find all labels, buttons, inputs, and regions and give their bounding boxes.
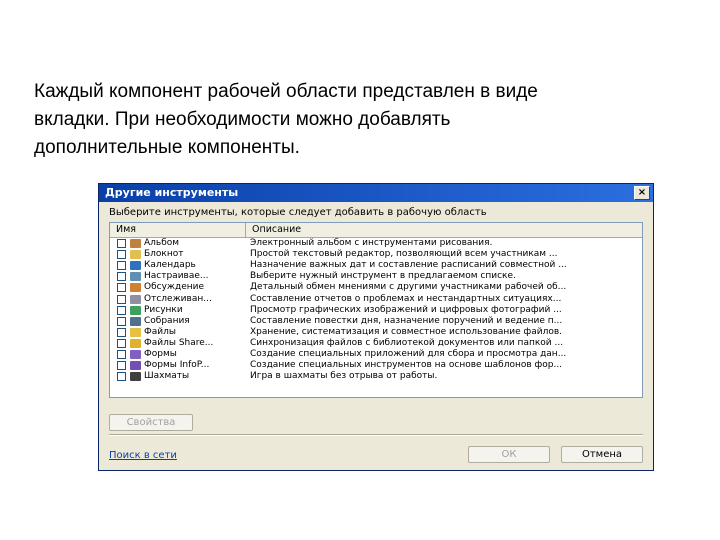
discussion-icon (130, 283, 141, 293)
tool-checkbox[interactable] (117, 338, 126, 348)
tool-description: Выберите нужный инструмент в предлагаемо… (250, 271, 516, 282)
tool-row[interactable]: Отслеживан... Составление отчетов о пробл… (110, 293, 642, 304)
tool-checkbox[interactable] (117, 261, 126, 271)
column-header-description[interactable]: Описание (246, 223, 642, 237)
tool-row[interactable]: Настраивае... Выберите нужный инструмент … (110, 271, 642, 282)
tool-name: Обсуждение (144, 282, 205, 293)
tool-row[interactable]: Рисунки Просмотр графических изображений … (110, 305, 642, 316)
tool-name: Шахматы (144, 371, 190, 382)
tool-checkbox[interactable] (117, 349, 126, 359)
tool-description: Создание специальных приложений для сбор… (250, 348, 567, 359)
cancel-button[interactable]: Отмена (561, 446, 643, 463)
tool-name: Альбом (144, 238, 180, 249)
search-online-link[interactable]: Поиск в сети (109, 450, 177, 461)
tool-checkbox[interactable] (117, 283, 126, 293)
calendar-icon (130, 261, 141, 271)
tool-row[interactable]: Альбом Электронный альбом с инструментами… (110, 238, 642, 249)
tool-checkbox[interactable] (117, 327, 126, 337)
notepad-icon (130, 250, 141, 260)
tool-checkbox[interactable] (117, 372, 126, 382)
intro-line-2: вкладки. При необходимости можно добавля… (34, 109, 451, 130)
tools-list[interactable]: Имя Описание Альбом Электронный альбом с … (109, 222, 643, 398)
tool-description: Составление отчетов о проблемах и нестан… (250, 293, 562, 304)
tool-row[interactable]: Календарь Назначение важных дат и составл… (110, 260, 642, 271)
tool-name: Формы (144, 348, 177, 359)
other-tools-dialog: Другие инструменты × Выберите инструмент… (98, 183, 654, 471)
close-button[interactable]: × (634, 186, 650, 200)
tool-row[interactable]: Файлы Хранение, систематизация и совместн… (110, 327, 642, 338)
chess-icon (130, 372, 141, 382)
tool-checkbox[interactable] (117, 294, 126, 304)
tool-description: Назначение важных дат и составление расп… (250, 260, 567, 271)
folder-icon (130, 327, 141, 337)
tools-rows: Альбом Электронный альбом с инструментами… (110, 238, 642, 382)
intro-line-3: дополнительные компоненты. (34, 137, 300, 158)
dialog-title: Другие инструменты (105, 186, 239, 199)
infopath-forms-icon (130, 361, 141, 371)
list-header: Имя Описание (110, 223, 642, 238)
tool-description: Игра в шахматы без отрыва от работы. (250, 371, 438, 382)
tool-description: Составление повестки дня, назначение пор… (250, 315, 563, 326)
album-icon (130, 239, 141, 249)
column-header-name[interactable]: Имя (110, 223, 246, 237)
intro-line-1: Каждый компонент рабочей области предста… (34, 81, 538, 102)
tool-row[interactable]: Блокнот Простой текстовый редактор, позво… (110, 249, 642, 260)
sharepoint-files-icon (130, 338, 141, 348)
properties-button[interactable]: Свойства (109, 414, 193, 431)
tool-description: Просмотр графических изображений и цифро… (250, 304, 562, 315)
pictures-icon (130, 305, 141, 315)
tool-name: Настраивае... (144, 271, 209, 282)
tool-name: Блокнот (144, 249, 184, 260)
close-icon: × (637, 187, 647, 198)
tool-row[interactable]: Формы Создание специальных приложений для… (110, 349, 642, 360)
tool-row[interactable]: Собрания Составление повестки дня, назнач… (110, 316, 642, 327)
tool-checkbox[interactable] (117, 250, 126, 260)
tool-description: Создание специальных инструментов на осн… (250, 360, 563, 371)
tool-checkbox[interactable] (117, 305, 126, 315)
tool-row[interactable]: Шахматы Игра в шахматы без отрыва от рабо… (110, 371, 642, 382)
tool-checkbox[interactable] (117, 239, 126, 249)
dialog-titlebar[interactable]: Другие инструменты × (99, 184, 653, 202)
intro-text: Каждый компонент рабочей области предста… (34, 78, 674, 162)
tool-description: Синхронизация файлов с библиотекой докум… (250, 337, 564, 348)
tool-name: Собрания (144, 315, 190, 326)
tracking-icon (130, 294, 141, 304)
tool-row[interactable]: Обсуждение Детальный обмен мнениями с дру… (110, 282, 642, 293)
meetings-icon (130, 316, 141, 326)
dialog-prompt: Выберите инструменты, которые следует до… (109, 207, 487, 218)
tool-checkbox[interactable] (117, 361, 126, 371)
tool-description: Детальный обмен мнениями с другими участ… (250, 282, 567, 293)
custom-tool-icon (130, 272, 141, 282)
tool-name: Отслеживан... (144, 293, 212, 304)
tool-name: Рисунки (144, 304, 183, 315)
forms-icon (130, 349, 141, 359)
dialog-separator (109, 434, 643, 436)
tool-name: Файлы Share... (144, 337, 214, 348)
tool-checkbox[interactable] (117, 316, 126, 326)
tool-description: Хранение, систематизация и совместное ис… (250, 326, 563, 337)
tool-name: Календарь (144, 260, 196, 271)
tool-row[interactable]: Файлы Share... Синхронизация файлов с биб… (110, 338, 642, 349)
tool-description: Простой текстовый редактор, позволяющий … (250, 249, 558, 260)
tool-row[interactable]: Формы InfoP... Создание специальных инстр… (110, 360, 642, 371)
tool-name: Файлы (144, 326, 176, 337)
tool-description: Электронный альбом с инструментами рисов… (250, 238, 493, 249)
tool-checkbox[interactable] (117, 272, 126, 282)
tool-name: Формы InfoP... (144, 360, 210, 371)
ok-button[interactable]: ОК (468, 446, 550, 463)
